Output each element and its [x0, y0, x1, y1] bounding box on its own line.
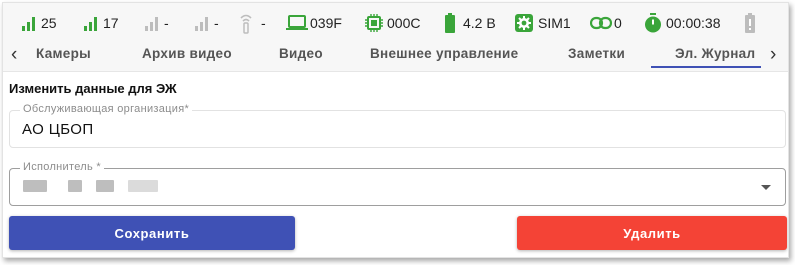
link-indicator: 0 — [590, 12, 622, 34]
wifi-icon — [240, 14, 252, 34]
cpu-indicator: 000C — [365, 12, 420, 34]
signal-value: - — [164, 15, 169, 31]
tab-bar: ‹ Камеры Архив видео Видео Внешнее управ… — [3, 41, 788, 72]
tab-cameras[interactable]: Камеры — [36, 46, 91, 61]
chevron-down-icon[interactable] — [761, 185, 771, 190]
signal-value: 25 — [41, 15, 57, 31]
tab-notes[interactable]: Заметки — [568, 46, 625, 61]
organization-label: Обслуживающая организация* — [20, 103, 193, 115]
sim-value: SIM1 — [538, 15, 571, 31]
battery-indicator: 4.2 В — [444, 12, 496, 34]
gear-icon — [515, 14, 533, 32]
signal-indicator-2: 17 — [83, 12, 119, 34]
redacted-value — [128, 180, 158, 192]
executor-select[interactable]: Исполнитель * — [9, 161, 786, 206]
signal-bars-icon — [84, 17, 97, 31]
redacted-value — [23, 180, 47, 192]
tab-video[interactable]: Видео — [279, 46, 323, 61]
signal-bars-icon — [22, 17, 35, 31]
signal-bars-icon — [145, 17, 158, 31]
link-icon — [590, 16, 612, 30]
wifi-value: - — [261, 15, 266, 31]
signal-value: 17 — [103, 15, 119, 31]
chip-icon — [365, 14, 383, 32]
timer-indicator: 00:00:38 — [644, 12, 721, 34]
signal-value: - — [214, 15, 219, 31]
signal-indicator-1: 25 — [21, 12, 57, 34]
battery-indicator-2 — [744, 12, 756, 34]
signal-bars-icon — [195, 17, 208, 31]
battery-icon — [745, 13, 755, 33]
save-button[interactable]: Сохранить — [9, 216, 295, 250]
signal-indicator-3: - — [144, 12, 169, 34]
timer-value: 00:00:38 — [666, 15, 721, 31]
tab-active-indicator — [651, 66, 761, 68]
link-value: 0 — [614, 15, 622, 31]
wifi-indicator: - — [239, 12, 266, 34]
redacted-value — [68, 180, 82, 192]
redacted-value — [96, 180, 114, 192]
delete-button[interactable]: Удалить — [517, 216, 787, 250]
sim-indicator: SIM1 — [514, 12, 571, 34]
stopwatch-icon — [645, 13, 661, 33]
organization-value: АО ЦБОП — [22, 121, 94, 138]
laptop-value: 039F — [310, 15, 342, 31]
chevron-right-icon[interactable]: › — [770, 44, 776, 66]
tab-e-journal[interactable]: Эл. Журнал — [675, 46, 755, 61]
app-window: 25 17 - - - 039F 000C 4.2 В SIM1 0 00:00… — [2, 2, 789, 258]
battery-icon — [445, 13, 455, 33]
cpu-value: 000C — [387, 15, 421, 31]
laptop-icon — [286, 15, 308, 30]
battery-value: 4.2 В — [463, 15, 496, 31]
tab-external-control[interactable]: Внешнее управление — [370, 46, 518, 61]
signal-indicator-4: - — [194, 12, 219, 34]
laptop-indicator: 039F — [286, 12, 342, 34]
chevron-left-icon[interactable]: ‹ — [11, 44, 17, 66]
organization-field[interactable]: Обслуживающая организация* АО ЦБОП — [9, 103, 786, 148]
executor-label: Исполнитель * — [20, 161, 104, 173]
form-title: Изменить данные для ЭЖ — [9, 81, 177, 96]
tab-video-archive[interactable]: Архив видео — [142, 46, 232, 61]
status-bar: 25 17 - - - 039F 000C 4.2 В SIM1 0 00:00… — [3, 3, 788, 41]
